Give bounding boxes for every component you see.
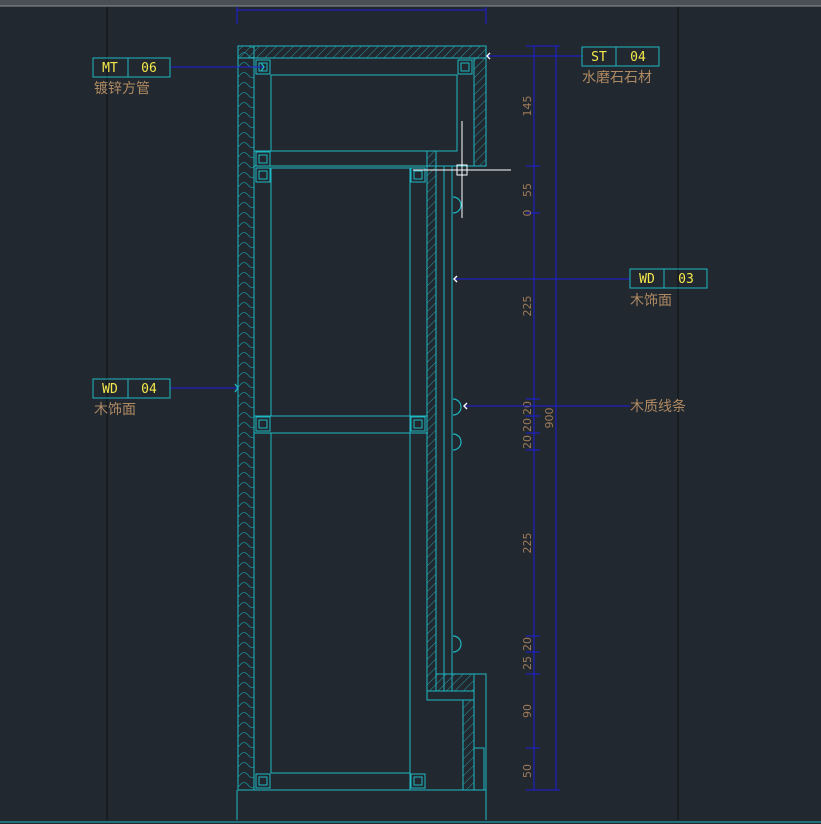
dim-20-c: 20 (521, 435, 534, 449)
elevation-drawing: 145 55 0 225 20 20 20 900 225 20 25 90 5… (0, 0, 821, 823)
dim-225-lower: 225 (521, 533, 534, 554)
tag-mt-06[interactable]: MT 06 (92, 57, 171, 78)
wood-trim-profiles (452, 196, 462, 653)
dim-225-upper: 225 (521, 296, 534, 317)
top-dimension (236, 7, 487, 24)
cad-viewport[interactable]: 145 55 0 225 20 20 20 900 225 20 25 90 5… (0, 0, 821, 824)
tag-number: 04 (630, 50, 646, 65)
tag-wd-03[interactable]: WD 03 (629, 268, 708, 289)
cabinet-body (236, 45, 487, 820)
note-wood-veneer-right: 木饰面 (630, 293, 672, 309)
note-terrazzo-stone: 水磨石石材 (582, 70, 652, 86)
dim-25: 25 (521, 656, 534, 670)
tag-code: ST (591, 50, 607, 65)
tag-number: 04 (141, 382, 157, 397)
dim-900-total: 900 (543, 408, 556, 429)
note-galvanized-square-tube: 镀锌方管 (94, 80, 150, 97)
dimension-labels: 145 55 0 225 20 20 20 900 225 20 25 90 5… (521, 96, 556, 779)
tag-code: WD (639, 272, 655, 287)
tag-number: 06 (141, 61, 157, 76)
dim-55: 55 (521, 183, 534, 197)
tag-st-04[interactable]: ST 04 (581, 46, 660, 67)
note-wood-veneer-left: 木饰面 (94, 402, 136, 418)
dim-20-b: 20 (521, 418, 534, 432)
dim-145: 145 (521, 96, 534, 117)
dim-0: 0 (521, 210, 534, 217)
dim-20-d: 20 (521, 637, 534, 651)
tag-wd-04[interactable]: WD 04 (92, 378, 171, 399)
tag-code: MT (102, 61, 118, 76)
tag-number: 03 (678, 272, 694, 287)
top-bar (0, 0, 821, 6)
dim-20-a: 20 (521, 401, 534, 415)
dim-90: 90 (521, 704, 534, 718)
tag-code: WD (102, 382, 118, 397)
dim-50: 50 (521, 764, 534, 778)
note-wood-trim: 木质线条 (630, 398, 686, 415)
